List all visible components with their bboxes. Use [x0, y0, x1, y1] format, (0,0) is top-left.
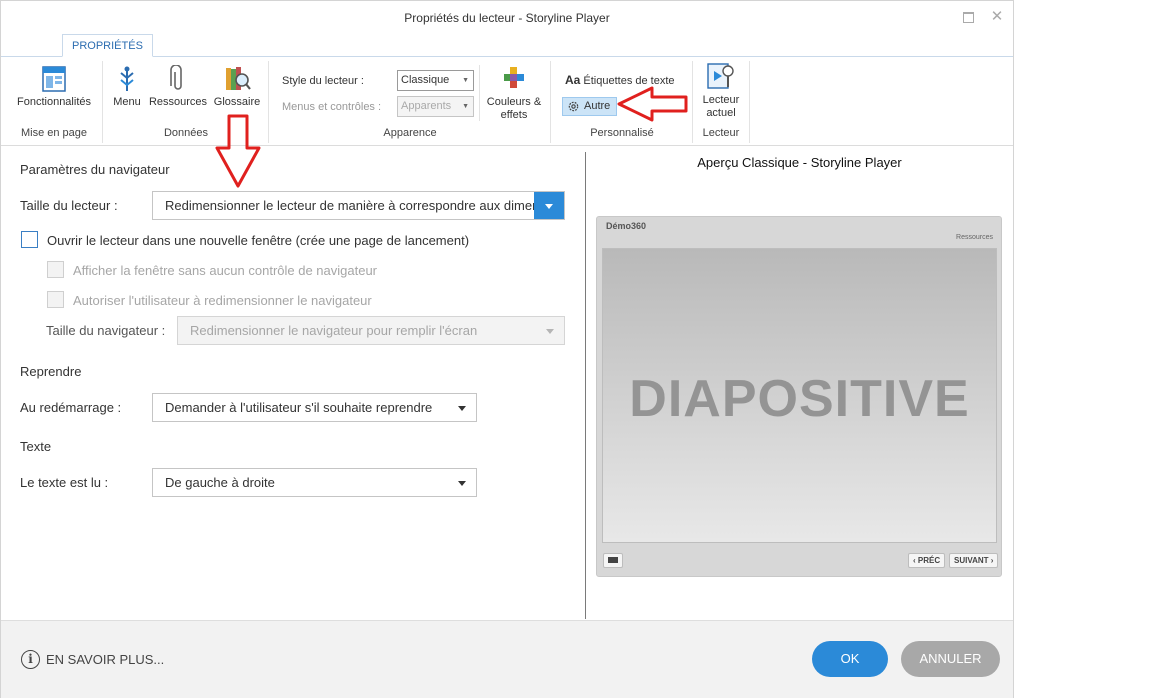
player-size-label: Taille du lecteur :: [20, 198, 118, 213]
chevron-down-icon: [546, 329, 554, 334]
menus-controls-label: Menus et contrôles :: [282, 101, 382, 113]
ribbon: Fonctionnalités Mise en page Menu Ressou…: [1, 57, 1013, 146]
browser-settings-heading: Paramètres du navigateur: [20, 162, 170, 177]
group-label-custom: Personnalisé: [590, 127, 654, 139]
chevron-down-icon: ▼: [462, 77, 469, 84]
resume-heading: Reprendre: [20, 364, 82, 379]
slide-placeholder-text: DIAPOSITIVE: [629, 370, 970, 428]
chevron-down-icon: ▼: [462, 103, 469, 110]
tab-properties[interactable]: PROPRIÉTÉS: [62, 34, 153, 57]
player-style-select[interactable]: Classique ▼: [397, 70, 474, 91]
glossary-label: Glossaire: [213, 96, 261, 108]
open-new-window-checkbox[interactable]: [21, 231, 38, 248]
group-label-layout: Mise en page: [20, 127, 88, 139]
no-controls-label: Afficher la fenêtre sans aucun contrôle …: [73, 263, 378, 278]
current-player-button[interactable]: Lecteur actuel: [696, 61, 746, 120]
on-restart-label: Au redémarrage :: [20, 400, 122, 415]
player-style-label: Style du lecteur :: [282, 75, 364, 87]
course-title: Démo360: [606, 221, 647, 231]
features-icon: [42, 66, 66, 92]
open-new-window-label: Ouvrir le lecteur dans une nouvelle fenê…: [47, 233, 470, 248]
player-size-value: Redimensionner le lecteur de manière à c…: [165, 198, 535, 213]
next-button: SUIVANT ›: [949, 553, 999, 568]
preview-title: Aperçu Classique - Storyline Player: [697, 155, 902, 170]
learn-more-link[interactable]: EN SAVOIR PLUS...: [46, 652, 164, 667]
chevron-down-icon[interactable]: [534, 192, 564, 219]
ribbon-separator: [550, 61, 551, 143]
current-player-icon: [707, 63, 734, 89]
features-button[interactable]: Fonctionnalités: [11, 65, 97, 109]
resources-button[interactable]: Ressources: [147, 65, 209, 109]
cancel-button[interactable]: ANNULER: [901, 641, 1000, 677]
no-controls-checkbox: [47, 261, 64, 278]
glossary-button[interactable]: Glossaire: [211, 65, 263, 109]
on-restart-select[interactable]: Demander à l'utilisateur s'il souhaite r…: [152, 393, 477, 422]
info-icon[interactable]: i: [21, 650, 40, 669]
ribbon-tabstrip: PROPRIÉTÉS: [1, 34, 1013, 57]
slide-area: DIAPOSITIVE: [602, 248, 997, 543]
other-button[interactable]: Autre: [562, 97, 617, 116]
dialog-footer: i EN SAVOIR PLUS... OK ANNULER: [1, 620, 1013, 698]
annotation-arrow-left: [617, 86, 688, 122]
prev-button: ‹ PRÉC: [908, 553, 946, 568]
chevron-down-icon: [458, 406, 466, 411]
current-player-label-1: Lecteur: [702, 94, 740, 106]
ribbon-separator: [268, 61, 269, 143]
text-direction-label: Le texte est lu :: [20, 475, 109, 490]
menu-icon: [120, 66, 134, 91]
maximize-icon[interactable]: [961, 10, 975, 24]
text-direction-value: De gauche à droite: [165, 475, 275, 490]
paperclip-icon: [170, 65, 182, 90]
gear-icon: [568, 101, 579, 112]
player-style-value: Classique: [401, 74, 450, 86]
resources-link: Ressources: [956, 234, 993, 241]
player-preview: Démo360 Ressources DIAPOSITIVE ‹ PRÉC SU…: [596, 216, 1002, 577]
group-label-appearance: Apparence: [383, 127, 437, 139]
text-heading: Texte: [20, 439, 52, 454]
allow-resize-checkbox: [47, 291, 64, 308]
on-restart-value: Demander à l'utilisateur s'il souhaite r…: [165, 400, 433, 415]
text-direction-select[interactable]: De gauche à droite: [152, 468, 477, 497]
colors-effects-label-1: Couleurs &: [486, 96, 542, 108]
caption-icon: [603, 553, 623, 568]
player-size-select[interactable]: Redimensionner le lecteur de manière à c…: [152, 191, 565, 220]
close-icon[interactable]: ✕: [990, 9, 1004, 24]
colors-effects-label-2: effets: [500, 109, 528, 121]
ribbon-separator: [102, 61, 103, 143]
group-label-player: Lecteur: [702, 127, 740, 139]
ribbon-separator: [749, 61, 750, 143]
other-label: Autre: [584, 100, 611, 112]
annotation-arrow-down: [215, 114, 261, 188]
colors-effects-button[interactable]: Couleurs & effets: [482, 65, 546, 122]
menu-label: Menu: [113, 96, 141, 108]
player-properties-window: Propriétés du lecteur - Storyline Player…: [0, 0, 1014, 698]
window-title: Propriétés du lecteur - Storyline Player: [404, 11, 610, 25]
resources-label: Ressources: [148, 96, 208, 108]
browser-size-select: Redimensionner le navigateur pour rempli…: [177, 316, 565, 345]
text-labels-button[interactable]: Aa Étiquettes de texte: [565, 73, 675, 87]
browser-size-value: Redimensionner le navigateur pour rempli…: [190, 323, 478, 338]
chevron-down-icon: [458, 481, 466, 486]
glossary-icon: [226, 67, 251, 90]
features-label: Fonctionnalités: [17, 96, 91, 108]
pane-splitter[interactable]: [585, 152, 586, 619]
ribbon-separator: [692, 61, 693, 143]
menus-controls-value: Apparents: [401, 100, 452, 112]
allow-resize-label: Autoriser l'utilisateur à redimensionner…: [73, 293, 372, 308]
text-labels-icon: Aa: [565, 73, 581, 87]
ribbon-separator: [479, 65, 480, 121]
menu-button[interactable]: Menu: [109, 65, 145, 109]
ok-button[interactable]: OK: [812, 641, 888, 677]
browser-size-label: Taille du navigateur :: [46, 323, 166, 338]
palette-icon: [504, 67, 524, 88]
current-player-label-2: actuel: [706, 107, 736, 119]
menus-controls-select: Apparents ▼: [397, 96, 474, 117]
